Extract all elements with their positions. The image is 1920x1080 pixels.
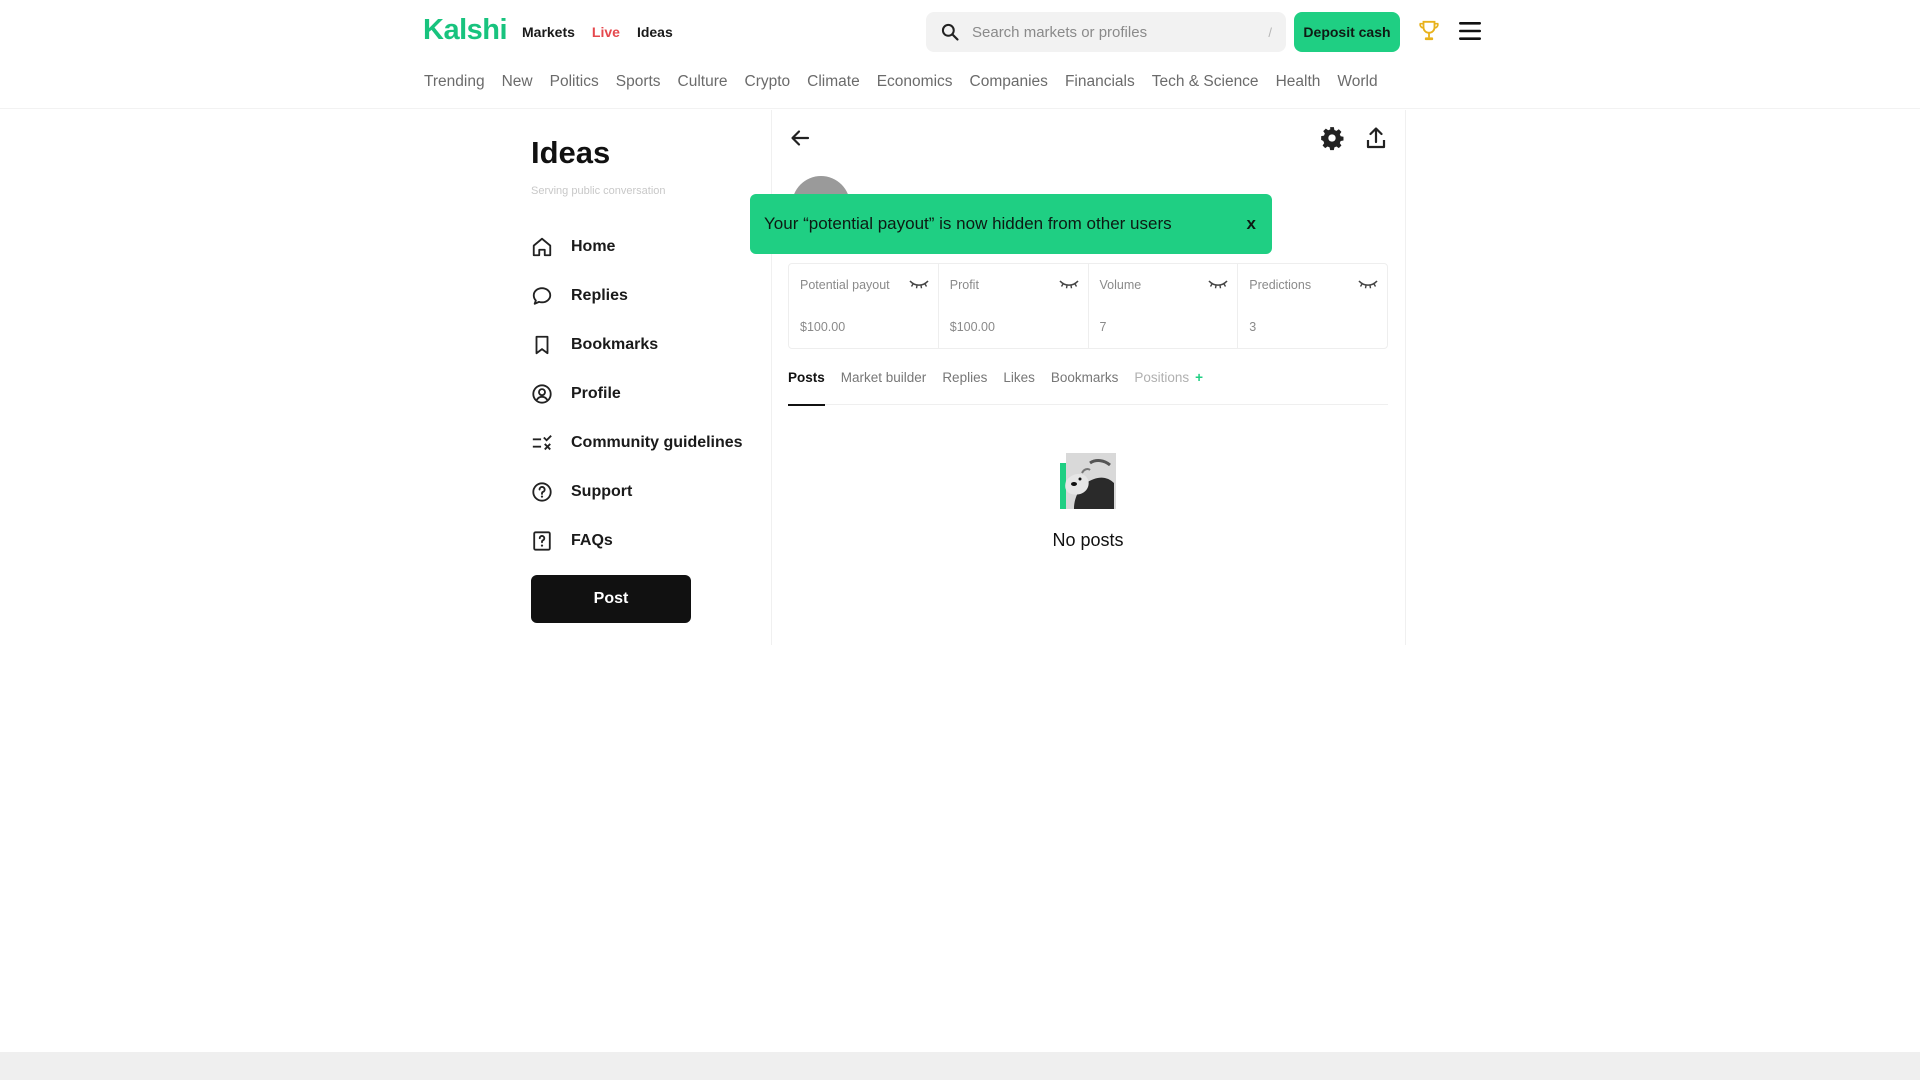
sidebar-nav: Home Replies Bookmarks Profile Community… bbox=[531, 222, 751, 565]
sidebar-item-profile[interactable]: Profile bbox=[531, 369, 751, 418]
profile-tabs: Posts Market builder Replies Likes Bookm… bbox=[788, 370, 1388, 406]
tab-market-builder[interactable]: Market builder bbox=[841, 370, 927, 405]
back-arrow-icon[interactable] bbox=[788, 126, 812, 150]
tab-posts[interactable]: Posts bbox=[788, 370, 825, 406]
stat-value: $100.00 bbox=[800, 320, 846, 334]
hamburger-menu-icon[interactable] bbox=[1456, 20, 1484, 42]
category-item[interactable]: Tech & Science bbox=[1152, 73, 1259, 91]
stat-value: $100.00 bbox=[949, 320, 995, 334]
footer-bar bbox=[0, 1052, 1920, 1080]
sidebar-item-label: Bookmarks bbox=[571, 335, 659, 353]
post-button[interactable]: Post bbox=[531, 575, 691, 623]
tab-positions-label: Positions bbox=[1134, 370, 1190, 385]
sidebar-item-replies[interactable]: Replies bbox=[531, 271, 751, 320]
eye-closed-icon[interactable] bbox=[1207, 278, 1229, 290]
sidebar-item-label: Support bbox=[571, 482, 633, 500]
sidebar-item-label: Community guidelines bbox=[571, 433, 743, 451]
sidebar-item-home[interactable]: Home bbox=[531, 222, 751, 271]
speech-bubble-icon bbox=[532, 286, 552, 305]
empty-state-text: No posts bbox=[1052, 530, 1124, 550]
column-divider-right bbox=[1405, 110, 1406, 645]
category-nav: Trending New Politics Sports Culture Cry… bbox=[424, 73, 1378, 91]
stat-profit: Profit $100.00 bbox=[939, 264, 1089, 348]
toast-close-button[interactable]: x bbox=[1245, 214, 1258, 234]
tab-positions[interactable]: Positions + bbox=[1134, 370, 1203, 405]
guidelines-icon bbox=[532, 434, 552, 450]
question-circle-icon bbox=[532, 481, 552, 502]
plus-icon[interactable]: + bbox=[1195, 370, 1203, 385]
sidebar-item-community-guidelines[interactable]: Community guidelines bbox=[531, 418, 751, 467]
sidebar-item-label: Profile bbox=[571, 384, 621, 402]
nav-ideas[interactable]: Ideas bbox=[637, 24, 673, 40]
category-item[interactable]: New bbox=[502, 73, 533, 91]
stat-value: 3 bbox=[1249, 320, 1257, 334]
search-input[interactable]: Search markets or profiles / bbox=[926, 12, 1286, 52]
stat-potential-payout: Potential payout $100.00 bbox=[789, 264, 939, 348]
toast-message: Your “potential payout” is now hidden fr… bbox=[764, 214, 1172, 233]
stat-predictions: Predictions 3 bbox=[1238, 264, 1387, 348]
eye-closed-icon[interactable] bbox=[1058, 278, 1080, 290]
toast-notification: Your “potential payout” is now hidden fr… bbox=[750, 194, 1272, 254]
category-item[interactable]: Climate bbox=[807, 73, 860, 91]
stats-panel: Potential payout $100.00 Profit $100.00 … bbox=[788, 263, 1388, 349]
question-square-icon bbox=[533, 530, 551, 551]
category-item[interactable]: Sports bbox=[616, 73, 661, 91]
sidebar-item-bookmarks[interactable]: Bookmarks bbox=[531, 320, 751, 369]
category-item[interactable]: Politics bbox=[550, 73, 599, 91]
category-item[interactable]: Trending bbox=[424, 73, 485, 91]
bear-illustration bbox=[1060, 453, 1116, 509]
search-placeholder: Search markets or profiles bbox=[972, 23, 1148, 41]
page-title: Ideas bbox=[531, 135, 611, 170]
deposit-cash-button[interactable]: Deposit cash bbox=[1294, 12, 1400, 52]
eye-closed-icon[interactable] bbox=[908, 278, 930, 290]
column-divider-left bbox=[771, 110, 772, 645]
category-item[interactable]: Economics bbox=[877, 73, 953, 91]
top-bar: Kalshi Markets Live Ideas Search markets… bbox=[0, 0, 1920, 62]
tab-bookmarks[interactable]: Bookmarks bbox=[1051, 370, 1119, 405]
category-item[interactable]: Health bbox=[1276, 73, 1321, 91]
trophy-icon[interactable] bbox=[1418, 19, 1440, 43]
bookmark-icon bbox=[535, 335, 549, 354]
tab-replies[interactable]: Replies bbox=[942, 370, 987, 405]
search-shortcut: / bbox=[1268, 24, 1272, 40]
eye-closed-icon[interactable] bbox=[1357, 278, 1379, 290]
home-icon bbox=[532, 237, 552, 256]
sidebar-item-faqs[interactable]: FAQs bbox=[531, 516, 751, 565]
stat-volume: Volume 7 bbox=[1089, 264, 1239, 348]
stat-value: 7 bbox=[1099, 320, 1107, 334]
search-icon bbox=[941, 23, 959, 41]
top-nav: Markets Live Ideas bbox=[522, 24, 673, 40]
category-item[interactable]: Crypto bbox=[745, 73, 791, 91]
sidebar-item-label: Home bbox=[571, 237, 616, 255]
nav-live[interactable]: Live bbox=[592, 24, 620, 40]
tab-likes[interactable]: Likes bbox=[1003, 370, 1035, 405]
nav-markets[interactable]: Markets bbox=[522, 24, 575, 40]
header-divider bbox=[0, 108, 1920, 109]
kalshi-logo[interactable]: Kalshi bbox=[423, 14, 508, 47]
category-item[interactable]: World bbox=[1337, 73, 1377, 91]
sidebar-item-label: Replies bbox=[571, 286, 628, 304]
category-item[interactable]: Culture bbox=[678, 73, 728, 91]
category-item[interactable]: Companies bbox=[970, 73, 1048, 91]
share-upload-icon[interactable] bbox=[1364, 125, 1388, 151]
user-circle-icon bbox=[532, 383, 552, 404]
page-subtitle: Serving public conversation bbox=[531, 185, 666, 197]
gear-icon[interactable] bbox=[1319, 125, 1345, 151]
category-item[interactable]: Financials bbox=[1065, 73, 1135, 91]
sidebar-item-support[interactable]: Support bbox=[531, 467, 751, 516]
sidebar-item-label: FAQs bbox=[571, 531, 613, 549]
